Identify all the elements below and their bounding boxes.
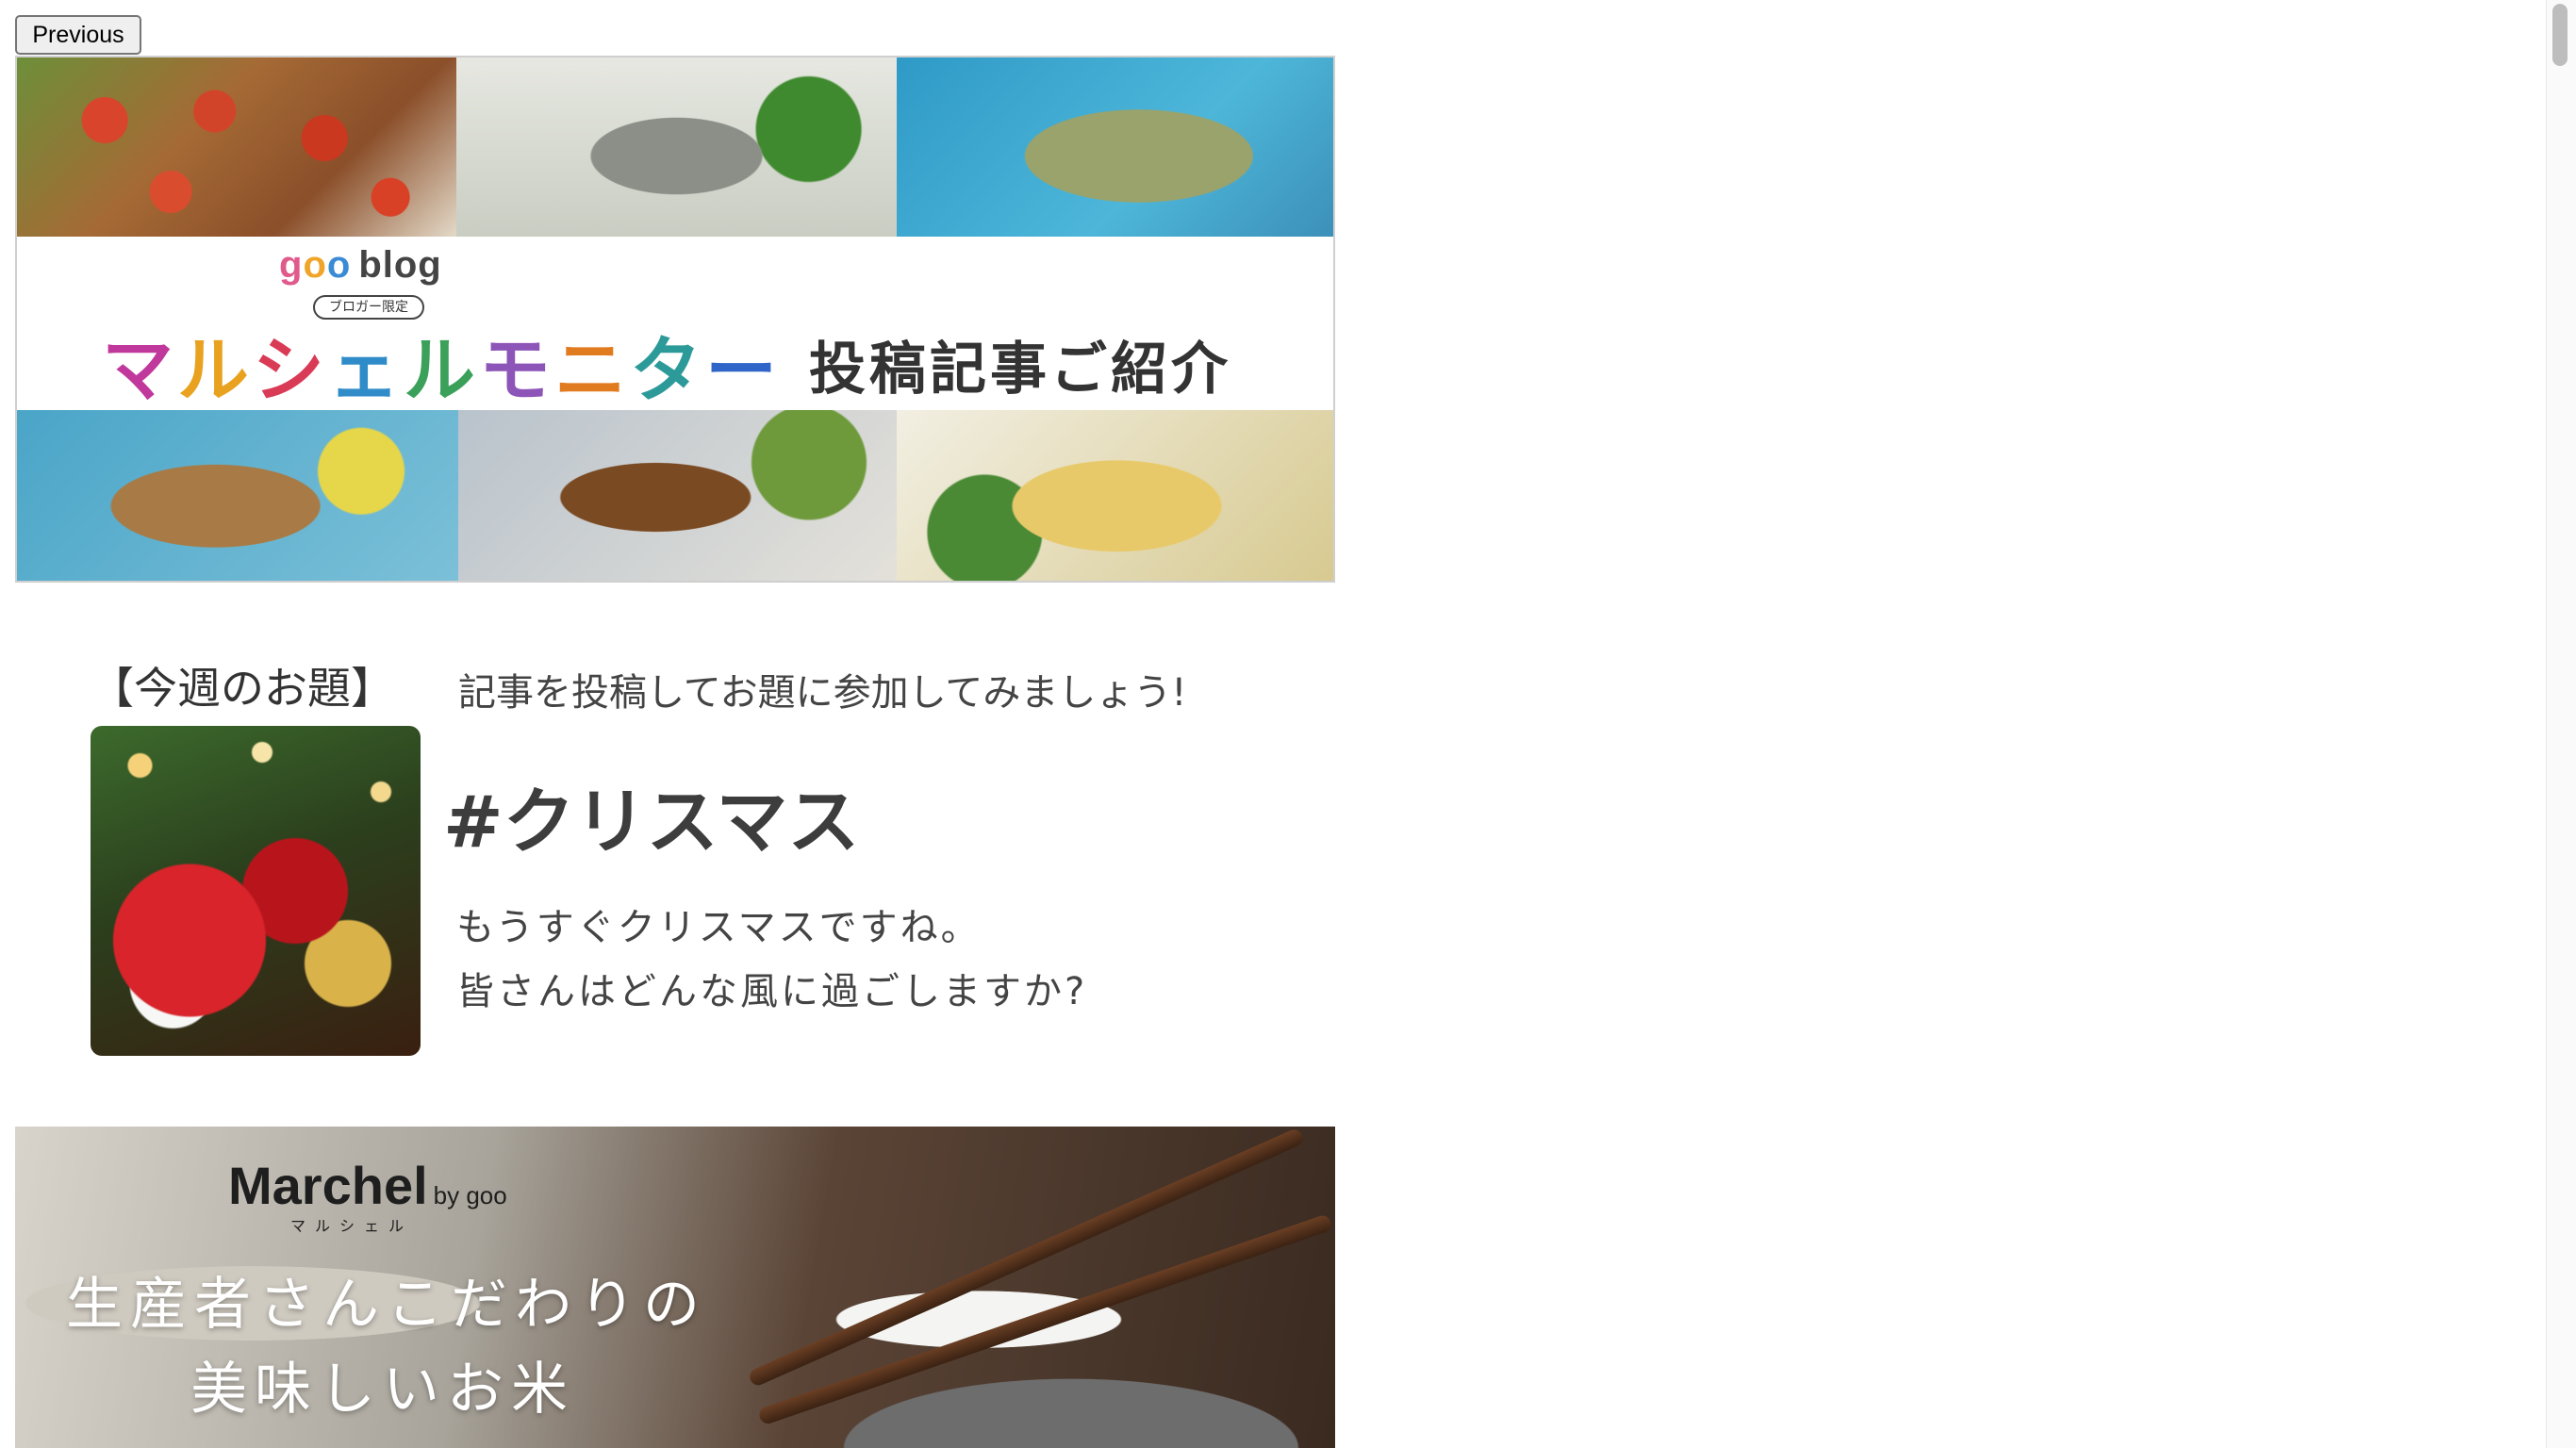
rice-headline-line1: 生産者さんこだわりの: [66, 1272, 707, 1338]
marchel-logo: Marchel by goo: [228, 1156, 507, 1215]
vertical-scrollbar[interactable]: [2546, 0, 2576, 1448]
food-photo-3: [897, 58, 1333, 237]
food-photo-6: [897, 410, 1333, 581]
food-photo-1: [17, 58, 456, 237]
marchel-monitor-banner[interactable]: goo blog ブロガー限定 マルシェルモニター 投稿記事ご紹介: [15, 56, 1335, 583]
christmas-gift-photo: [91, 726, 421, 1056]
scrollbar-thumb[interactable]: [2552, 4, 2568, 66]
previous-button[interactable]: Previous: [15, 15, 141, 55]
marchel-kana: マルシェル: [290, 1217, 414, 1235]
rice-headline-line2: 美味しいお米: [190, 1357, 575, 1423]
banner-title-band: goo blog ブロガー限定 マルシェルモニター 投稿記事ご紹介: [17, 237, 1333, 412]
food-photo-4: [17, 410, 458, 581]
food-photo-5: [458, 410, 897, 581]
weekly-topic-banner[interactable]: 【今週のお題】 記事を投稿してお題に参加してみましょう! #クリスマス もうすぐ…: [15, 622, 1335, 1065]
topic-invite-text: 記事を投稿してお題に参加してみましょう!: [458, 671, 1187, 715]
rice-promo-banner[interactable]: Marchel by goo マルシェル 生産者さんこだわりの 美味しいお米: [15, 1127, 1335, 1448]
monitor-title: マルシェルモニター: [102, 328, 781, 412]
topic-hashtag: #クリスマス: [443, 780, 860, 864]
goo-blog-logo: goo blog: [279, 244, 442, 286]
topic-description: もうすぐクリスマスですね。 皆さんはどんな風に過ごしますか?: [456, 906, 1088, 1013]
monitor-subtitle: 投稿記事ご紹介: [809, 337, 1231, 403]
food-photo-2: [456, 58, 897, 237]
topic-label: 【今週のお題】: [91, 663, 394, 714]
